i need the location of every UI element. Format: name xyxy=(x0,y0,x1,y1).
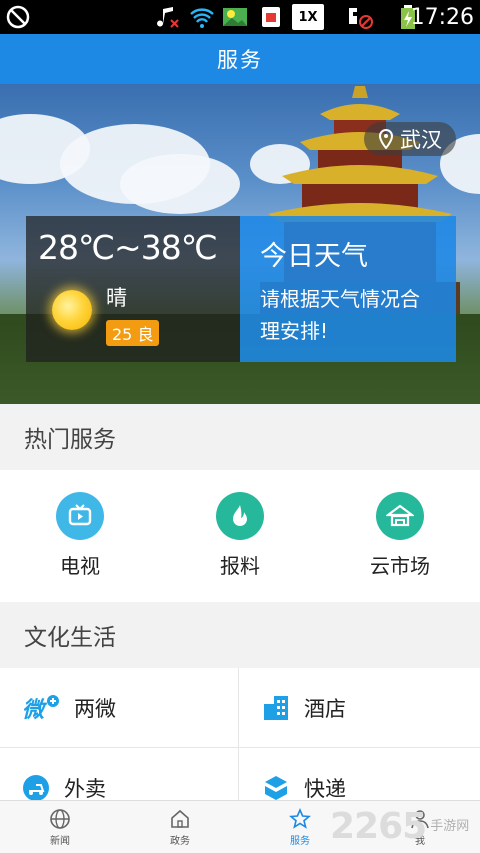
wifi-icon xyxy=(188,4,216,30)
gps-off-icon xyxy=(344,4,376,30)
nav-item-service[interactable]: 服务 xyxy=(240,801,360,853)
weather-tip-title: 今日天气 xyxy=(260,241,368,272)
music-muted-icon xyxy=(154,4,182,30)
section-title: 热门服务 xyxy=(24,427,116,453)
culture-item-label: 快递 xyxy=(304,776,346,801)
globe-icon xyxy=(50,808,70,829)
weather-condition: 晴 xyxy=(106,286,127,310)
nav-item-me[interactable]: 我 xyxy=(360,801,480,853)
aqi-badge: 25 良 xyxy=(106,320,160,346)
nav-item-news[interactable]: 新闻 xyxy=(0,801,120,853)
section-title: 文化生活 xyxy=(24,625,116,651)
hot-service-report[interactable]: 报料 xyxy=(160,470,320,602)
status-bar: 1X 17:26 xyxy=(0,0,480,34)
svg-text:微: 微 xyxy=(22,698,48,723)
no-sync-icon xyxy=(4,4,32,30)
takeout-icon xyxy=(23,774,49,801)
location-button[interactable]: 武汉 xyxy=(364,122,456,156)
location-pin-icon xyxy=(378,129,394,149)
cloud-market-icon xyxy=(376,492,424,540)
culture-item-weibo-wechat[interactable]: 微 两微 xyxy=(0,668,240,748)
culture-item-label: 两微 xyxy=(74,696,116,721)
express-icon xyxy=(265,775,287,800)
home-icon xyxy=(171,809,189,828)
hot-service-label: 报料 xyxy=(220,554,260,578)
nav-label: 新闻 xyxy=(50,835,70,847)
banner-cloud xyxy=(120,154,240,214)
location-name: 武汉 xyxy=(400,128,442,152)
user-icon xyxy=(411,809,429,828)
sunny-icon xyxy=(52,290,92,330)
page-title: 服务 xyxy=(217,48,263,72)
culture-item-label: 外卖 xyxy=(64,776,106,801)
grid-divider xyxy=(238,668,239,808)
sim-icon xyxy=(258,4,284,30)
weather-banner[interactable]: 武汉 28℃~38℃ 晴 25 良 今日天气 请根据天气情况合理安排! xyxy=(0,84,480,404)
clock-time: 17:26 xyxy=(410,5,474,30)
report-icon xyxy=(216,492,264,540)
title-bar: 服务 xyxy=(0,34,480,84)
weather-tip-card[interactable]: 今日天气 请根据天气情况合理安排! xyxy=(240,216,456,362)
culture-life-header: 文化生活 xyxy=(0,602,480,668)
bottom-nav: 新闻 政务 服务 我 xyxy=(0,800,480,853)
culture-item-label: 酒店 xyxy=(304,696,346,721)
weather-card[interactable]: 28℃~38℃ 晴 25 良 xyxy=(26,216,240,362)
tv-icon xyxy=(56,492,104,540)
hot-services-header: 热门服务 xyxy=(0,404,480,470)
nav-item-government[interactable]: 政务 xyxy=(120,801,240,853)
hotel-icon xyxy=(264,695,288,720)
hot-services-row: 电视 报料 云市场 xyxy=(0,470,480,602)
photo-icon xyxy=(220,4,250,30)
service-icon xyxy=(289,807,311,829)
signal-badge: 1X xyxy=(292,4,324,30)
culture-item-hotel[interactable]: 酒店 xyxy=(240,668,480,748)
nav-label: 我 xyxy=(415,835,425,847)
hot-service-tv[interactable]: 电视 xyxy=(0,470,160,602)
hot-service-label: 电视 xyxy=(60,554,100,578)
weather-tip-text: 请根据天气情况合理安排! xyxy=(260,287,420,343)
temperature-range: 28℃~38℃ xyxy=(38,228,218,267)
culture-life-grid: 微 两微 酒店 外卖 快递 xyxy=(0,668,480,828)
weibo-wechat-icon: 微 xyxy=(22,694,59,723)
nav-label: 政务 xyxy=(170,835,190,847)
hot-service-label: 云市场 xyxy=(370,554,430,578)
hot-service-cloud-market[interactable]: 云市场 xyxy=(320,470,480,602)
nav-label: 服务 xyxy=(290,835,310,847)
